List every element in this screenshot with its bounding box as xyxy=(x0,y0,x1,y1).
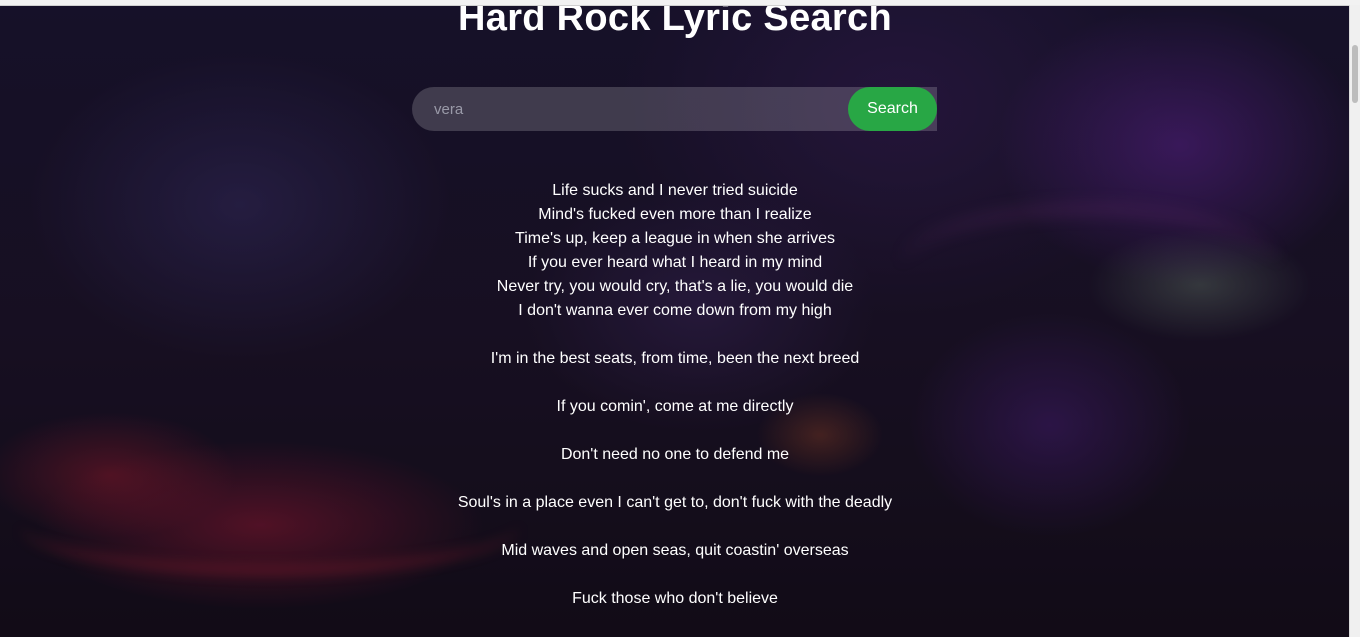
lyric-line: If you ever heard what I heard in my min… xyxy=(527,254,823,271)
lyric-blank-line xyxy=(0,371,1350,395)
lyric-blank-line xyxy=(0,323,1350,347)
lyric-line: Mind's fucked even more than I realize xyxy=(538,206,812,223)
lyric-line: I don't wanna ever come down from my hig… xyxy=(518,302,832,319)
main-content: Hard Rock Lyric Search Search Life sucks… xyxy=(0,0,1350,637)
lyric-line: Time's up, keep a league in when she arr… xyxy=(515,230,835,247)
lyric-blank-line xyxy=(0,467,1350,491)
scrollbar-thumb[interactable] xyxy=(1352,45,1358,103)
lyric-blank-line xyxy=(0,515,1350,539)
lyric-line: Never try, you would cry, that's a lie, … xyxy=(496,278,854,295)
lyric-line: Don't need no one to defend me xyxy=(560,446,790,463)
lyric-blank-line xyxy=(0,563,1350,587)
search-button[interactable]: Search xyxy=(848,87,937,131)
vertical-scrollbar[interactable] xyxy=(1349,5,1360,637)
lyrics-container: Life sucks and I never tried suicide Mind… xyxy=(0,179,1350,611)
window-top-border xyxy=(0,0,1360,6)
lyric-line: Life sucks and I never tried suicide xyxy=(552,182,798,199)
lyric-line: If you comin', come at me directly xyxy=(556,398,794,415)
lyric-line: Fuck those who don't believe xyxy=(572,590,778,607)
lyric-blank-line xyxy=(0,419,1350,443)
lyric-line: I'm in the best seats, from time, been t… xyxy=(490,350,860,367)
lyric-line: Soul's in a place even I can't get to, d… xyxy=(457,494,893,511)
lyric-line: Mid waves and open seas, quit coastin' o… xyxy=(501,542,849,559)
page-title: Hard Rock Lyric Search xyxy=(458,0,892,39)
search-form: Search xyxy=(412,87,937,131)
